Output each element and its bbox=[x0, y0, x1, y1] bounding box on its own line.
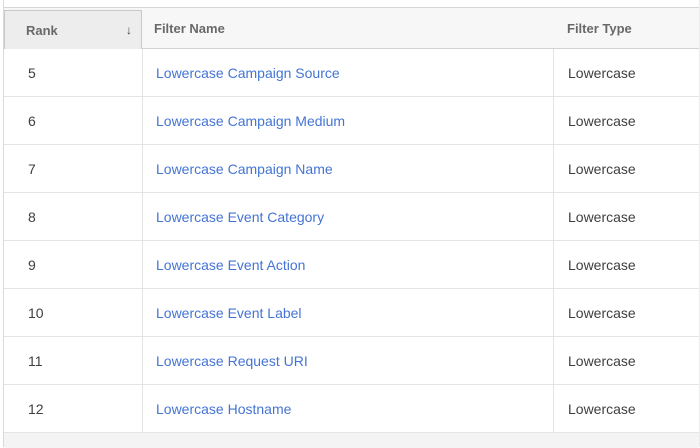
filter-name-link[interactable]: Lowercase Campaign Source bbox=[156, 65, 340, 81]
table-row: 7 Lowercase Campaign Name Lowercase bbox=[4, 145, 699, 193]
table-row: 10 Lowercase Event Label Lowercase bbox=[4, 289, 699, 337]
column-header-rank-label: Rank bbox=[26, 22, 58, 38]
filter-name-link[interactable]: Lowercase Event Category bbox=[156, 209, 324, 225]
filter-type-value: Lowercase bbox=[568, 112, 636, 129]
filter-name-cell: Lowercase Campaign Medium bbox=[142, 97, 553, 144]
filter-name-cell: Lowercase Event Action bbox=[142, 241, 553, 288]
filter-type-cell: Lowercase bbox=[553, 193, 699, 240]
rank-cell: 9 bbox=[4, 241, 142, 288]
filter-type-cell: Lowercase bbox=[553, 289, 699, 336]
filter-type-cell: Lowercase bbox=[553, 145, 699, 192]
table-row: 9 Lowercase Event Action Lowercase bbox=[4, 241, 699, 289]
filters-table: Rank ↓ Filter Name Filter Type 5 Lowerca… bbox=[4, 7, 699, 448]
filter-name-cell: Lowercase Campaign Name bbox=[142, 145, 553, 192]
filter-name-link[interactable]: Lowercase Campaign Name bbox=[156, 161, 333, 177]
rank-value: 7 bbox=[28, 160, 36, 177]
rank-cell: 6 bbox=[4, 97, 142, 144]
filter-type-value: Lowercase bbox=[568, 64, 636, 81]
filter-type-cell: Lowercase bbox=[553, 97, 699, 144]
filter-name-cell: Lowercase Campaign Source bbox=[142, 49, 553, 96]
filter-type-value: Lowercase bbox=[568, 304, 636, 321]
table-header-row: Rank ↓ Filter Name Filter Type bbox=[4, 8, 699, 49]
rank-cell: 8 bbox=[4, 193, 142, 240]
column-header-filter-type-label: Filter Type bbox=[567, 20, 632, 36]
rank-cell: 11 bbox=[4, 337, 142, 384]
rank-value: 10 bbox=[28, 304, 44, 321]
column-header-filter-name-label: Filter Name bbox=[154, 20, 225, 36]
rank-value: 12 bbox=[28, 400, 44, 417]
rank-value: 9 bbox=[28, 256, 36, 273]
column-header-filter-type[interactable]: Filter Type bbox=[553, 8, 699, 48]
filter-type-cell: Lowercase bbox=[553, 385, 699, 432]
table-row: 6 Lowercase Campaign Medium Lowercase bbox=[4, 97, 699, 145]
rank-cell: 10 bbox=[4, 289, 142, 336]
filter-name-cell: Lowercase Hostname bbox=[142, 385, 553, 432]
table-body: 5 Lowercase Campaign Source Lowercase 6 … bbox=[4, 49, 699, 433]
filter-name-link[interactable]: Lowercase Request URI bbox=[156, 353, 308, 369]
filter-type-value: Lowercase bbox=[568, 208, 636, 225]
filter-type-value: Lowercase bbox=[568, 352, 636, 369]
filter-type-cell: Lowercase bbox=[553, 49, 699, 96]
filter-type-value: Lowercase bbox=[568, 400, 636, 417]
filter-name-cell: Lowercase Request URI bbox=[142, 337, 553, 384]
column-header-filter-name[interactable]: Filter Name bbox=[142, 8, 553, 48]
filter-name-cell: Lowercase Event Label bbox=[142, 289, 553, 336]
table-row: 5 Lowercase Campaign Source Lowercase bbox=[4, 49, 699, 97]
rank-cell: 5 bbox=[4, 49, 142, 96]
filter-type-cell: Lowercase bbox=[553, 337, 699, 384]
rank-cell: 12 bbox=[4, 385, 142, 432]
filter-name-link[interactable]: Lowercase Campaign Medium bbox=[156, 113, 345, 129]
filter-type-value: Lowercase bbox=[568, 160, 636, 177]
rank-value: 8 bbox=[28, 208, 36, 225]
rank-cell: 7 bbox=[4, 145, 142, 192]
filter-name-cell: Lowercase Event Category bbox=[142, 193, 553, 240]
filter-name-link[interactable]: Lowercase Hostname bbox=[156, 401, 291, 417]
filter-name-link[interactable]: Lowercase Event Label bbox=[156, 305, 302, 321]
sort-descending-icon: ↓ bbox=[126, 23, 132, 37]
filter-type-value: Lowercase bbox=[568, 256, 636, 273]
rank-value: 11 bbox=[28, 352, 43, 369]
table-row: 8 Lowercase Event Category Lowercase bbox=[4, 193, 699, 241]
rank-value: 5 bbox=[28, 64, 36, 81]
column-header-rank[interactable]: Rank ↓ bbox=[4, 10, 142, 49]
filter-type-cell: Lowercase bbox=[553, 241, 699, 288]
rank-value: 6 bbox=[28, 112, 36, 129]
filters-panel: Rank ↓ Filter Name Filter Type 5 Lowerca… bbox=[3, 0, 700, 448]
table-footer-strip bbox=[4, 433, 699, 448]
table-row: 12 Lowercase Hostname Lowercase bbox=[4, 385, 699, 433]
filter-name-link[interactable]: Lowercase Event Action bbox=[156, 257, 305, 273]
table-row: 11 Lowercase Request URI Lowercase bbox=[4, 337, 699, 385]
